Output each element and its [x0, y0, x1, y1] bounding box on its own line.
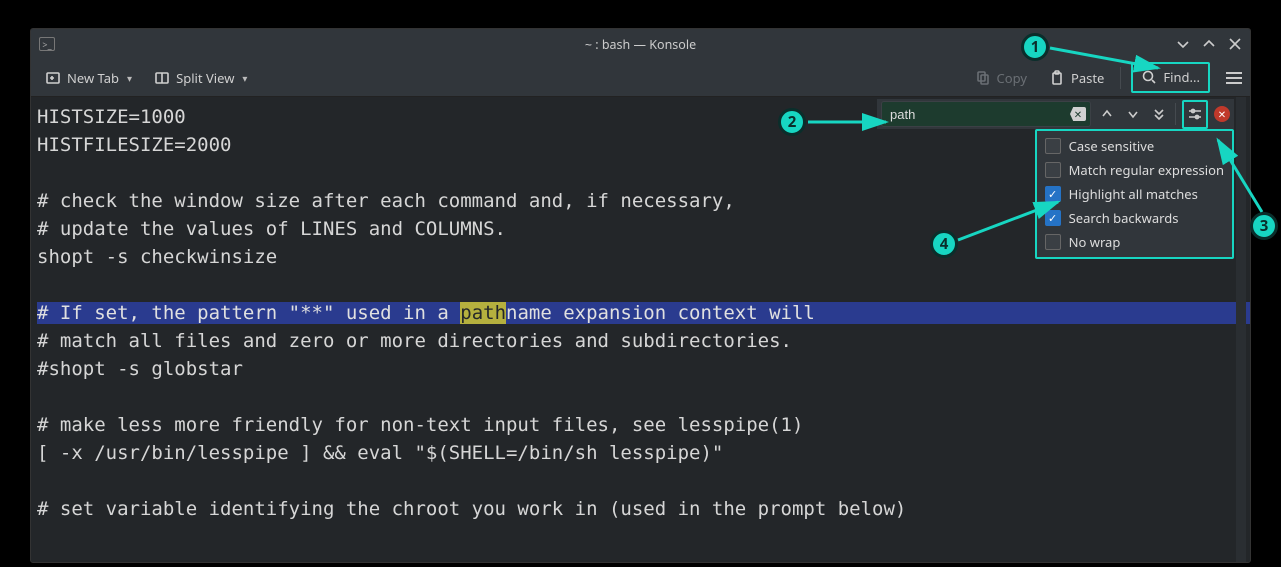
search-input-wrapper: ✕: [881, 101, 1091, 127]
checkbox-unchecked-icon: [1045, 162, 1061, 178]
option-case-sensitive[interactable]: Case sensitive: [1045, 137, 1224, 155]
option-regex[interactable]: Match regular expression: [1045, 161, 1224, 179]
copy-icon: [975, 70, 991, 86]
toolbar: New Tab ▾ Split View ▾ Copy Paste Find..…: [31, 59, 1250, 97]
konsole-window: >_ ~ : bash — Konsole New Tab ▾ Split Vi…: [30, 28, 1251, 563]
option-label: Case sensitive: [1069, 137, 1155, 155]
close-button[interactable]: [1226, 35, 1244, 53]
option-label: Search backwards: [1069, 209, 1179, 227]
terminal-line: # set variable identifying the chroot yo…: [37, 495, 1244, 523]
scrollbar[interactable]: [1236, 97, 1246, 562]
terminal-line: [37, 271, 1244, 299]
terminal-line: # make less more friendly for non-text i…: [37, 411, 1244, 439]
option-label: Highlight all matches: [1069, 185, 1198, 203]
find-all-button[interactable]: [1149, 103, 1169, 125]
option-search-backwards[interactable]: ✓ Search backwards: [1045, 209, 1224, 227]
find-bar: ✕ ✕: [877, 99, 1234, 129]
terminal-line: #shopt -s globstar: [37, 355, 1244, 383]
find-options-panel: Case sensitive Match regular expression …: [1035, 129, 1234, 259]
chevron-down-icon: ▾: [127, 71, 132, 85]
terminal-line: # match all files and zero or more direc…: [37, 327, 1244, 355]
terminal-line: # If set, the pattern "**" used in a pat…: [37, 299, 1244, 327]
option-highlight-all[interactable]: ✓ Highlight all matches: [1045, 185, 1224, 203]
option-no-wrap[interactable]: No wrap: [1045, 233, 1224, 251]
search-input[interactable]: [890, 102, 1064, 126]
new-tab-label: New Tab: [67, 69, 119, 87]
terminal-line: [37, 467, 1244, 495]
find-options-highlight: [1182, 100, 1208, 129]
terminal-line: [ -x /usr/bin/lesspipe ] && eval "$(SHEL…: [37, 439, 1244, 467]
option-label: No wrap: [1069, 233, 1121, 251]
new-tab-icon: [45, 70, 61, 86]
split-view-icon: [154, 70, 170, 86]
checkbox-unchecked-icon: [1045, 234, 1061, 250]
search-match-highlight: path: [460, 302, 506, 324]
titlebar: >_ ~ : bash — Konsole: [31, 29, 1250, 59]
find-label: Find...: [1163, 68, 1200, 86]
split-view-label: Split View: [176, 69, 234, 87]
terminal-line: [37, 383, 1244, 411]
annotation-badge-4: 4: [930, 230, 958, 258]
checkbox-checked-icon: ✓: [1045, 186, 1061, 202]
find-bar-separator: [1175, 103, 1176, 125]
paste-icon: [1049, 70, 1065, 86]
find-options-button[interactable]: [1185, 103, 1205, 125]
clear-search-icon[interactable]: ✕: [1070, 107, 1086, 121]
annotation-badge-2: 2: [778, 108, 806, 136]
maximize-button[interactable]: [1200, 35, 1218, 53]
find-prev-button[interactable]: [1097, 103, 1117, 125]
search-icon: [1141, 69, 1157, 85]
toolbar-separator: [1120, 67, 1121, 89]
minimize-button[interactable]: [1174, 35, 1192, 53]
copy-button[interactable]: Copy: [969, 65, 1033, 91]
annotation-badge-3: 3: [1250, 212, 1278, 240]
find-button[interactable]: Find...: [1135, 66, 1206, 88]
copy-label: Copy: [997, 69, 1027, 87]
annotation-badge-1: 1: [1021, 33, 1049, 61]
close-find-button[interactable]: ✕: [1214, 106, 1230, 122]
chevron-down-icon: ▾: [242, 71, 247, 85]
find-next-button[interactable]: [1123, 103, 1143, 125]
paste-label: Paste: [1071, 69, 1104, 87]
hamburger-menu[interactable]: [1226, 72, 1242, 84]
split-view-button[interactable]: Split View ▾: [148, 65, 253, 91]
find-button-highlight: Find...: [1131, 62, 1210, 93]
window-title: ~ : bash — Konsole: [31, 36, 1250, 53]
checkbox-checked-icon: ✓: [1045, 210, 1061, 226]
new-tab-button[interactable]: New Tab ▾: [39, 65, 138, 91]
option-label: Match regular expression: [1069, 161, 1224, 179]
window-controls: [1174, 29, 1244, 59]
checkbox-unchecked-icon: [1045, 138, 1061, 154]
paste-button[interactable]: Paste: [1043, 65, 1110, 91]
